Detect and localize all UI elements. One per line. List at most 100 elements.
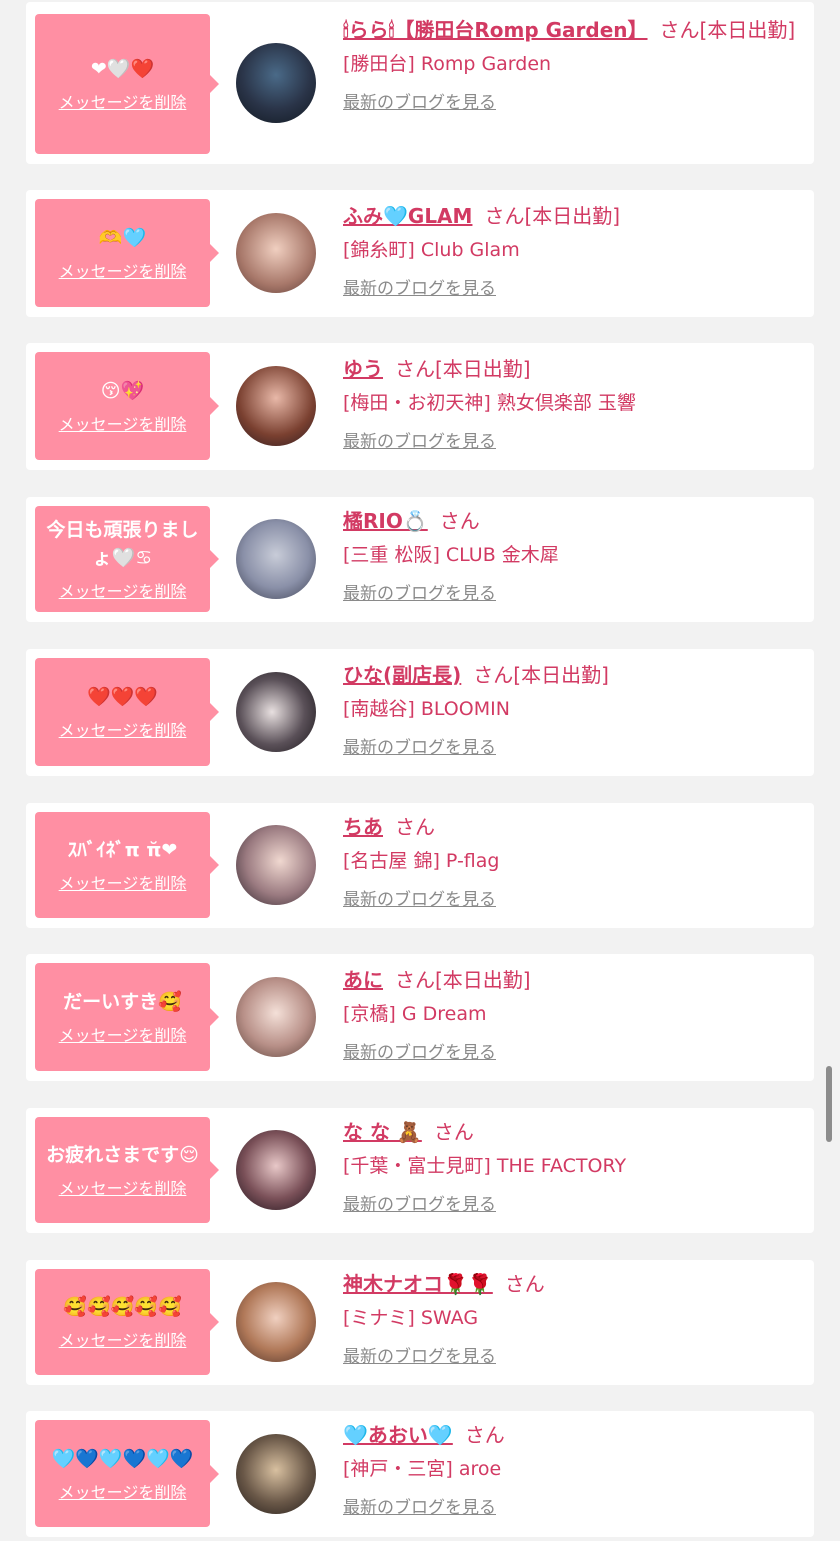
avatar[interactable] (236, 672, 316, 752)
avatar[interactable] (236, 366, 316, 446)
list-item: 🫶🩵 メッセージを削除 ふみ🩵GLAM さん[本日出勤] [錦糸町] Club G… (26, 190, 814, 317)
scrollbar-thumb[interactable] (826, 1066, 832, 1142)
list-item: 🥰🥰🥰🥰🥰 メッセージを削除 神木ナオコ🌹🌹 さん [ミナミ] SWAG 最新のブ… (26, 1260, 814, 1385)
latest-blog-link[interactable]: 最新のブログを見る (343, 888, 800, 912)
message-bubble: 今日も頑張りましょ🤍♋︎ メッセージを削除 (35, 506, 219, 612)
delete-message-link[interactable]: メッセージを削除 (59, 258, 187, 282)
shop-label: [梅田・お初天神] 熟女倶楽部 玉響 (343, 392, 636, 414)
message-text: 😚💖 (100, 380, 145, 402)
name-line: 🕯らら🕯【勝田台Romp Garden】 さん[本日出勤] (343, 14, 800, 47)
cast-name-link[interactable]: あに (343, 968, 383, 992)
delete-message-link[interactable]: メッセージを削除 (59, 717, 187, 741)
honorific: さん (473, 663, 514, 687)
name-line: 🩵あおい🩵 さん (343, 1419, 800, 1452)
list-item: ｽﾊﾞｲﾈﾞπ π̆❤ メッセージを削除 ちあ さん [名古屋 錦] P-flag… (26, 803, 814, 928)
latest-blog-link[interactable]: 最新のブログを見る (343, 582, 800, 606)
avatar[interactable] (236, 1434, 316, 1514)
message-text: ｽﾊﾞｲﾈﾞπ π̆❤ (67, 839, 178, 861)
message-text: 今日も頑張りましょ🤍♋︎ (46, 519, 199, 569)
honorific: さん (395, 968, 435, 992)
message-bubble: ｽﾊﾞｲﾈﾞπ π̆❤ メッセージを削除 (35, 812, 219, 918)
message-bubble: 🫶🩵 メッセージを削除 (35, 199, 219, 307)
name-line: ひな(副店長) さん[本日出勤] (343, 659, 800, 692)
honorific: さん (484, 204, 525, 228)
shop-label: [京橋] G Dream (343, 1003, 487, 1025)
message-bubble: ❤️❤️❤️ メッセージを削除 (35, 658, 219, 766)
name-line: ちあ さん (343, 811, 800, 844)
status-label: [本日出勤] (524, 204, 621, 228)
list-item: 🩵💙🩵💙🩵💙 メッセージを削除 🩵あおい🩵 さん [神戸・三宮] aroe 最新の… (26, 1411, 814, 1537)
cast-name-link[interactable]: 神木ナオコ🌹🌹 (343, 1272, 493, 1296)
avatar[interactable] (236, 977, 316, 1057)
shop-label: [千葉・富士見町] THE FACTORY (343, 1155, 627, 1177)
shop-label: [錦糸町] Club Glam (343, 239, 520, 261)
latest-blog-link[interactable]: 最新のブログを見る (343, 1345, 800, 1369)
delete-message-link[interactable]: メッセージを削除 (59, 1022, 187, 1046)
delete-message-link[interactable]: メッセージを削除 (59, 578, 187, 602)
shop-label: [ミナミ] SWAG (343, 1307, 479, 1329)
cast-name-link[interactable]: 橘RIO💍 (343, 509, 428, 533)
avatar[interactable] (236, 1130, 316, 1210)
honorific: さん (439, 509, 480, 533)
status-label: [本日出勤] (513, 663, 609, 687)
message-bubble: だーいすき🥰 メッセージを削除 (35, 963, 219, 1071)
name-line: ゆう さん[本日出勤] (343, 353, 800, 386)
latest-blog-link[interactable]: 最新のブログを見る (343, 736, 800, 760)
message-text: 🫶🩵 (98, 227, 147, 249)
delete-message-link[interactable]: メッセージを削除 (59, 870, 187, 894)
latest-blog-link[interactable]: 最新のブログを見る (343, 1041, 800, 1065)
latest-blog-link[interactable]: 最新のブログを見る (343, 277, 800, 301)
shop-label: [三重 松阪] CLUB 金木犀 (343, 544, 559, 566)
latest-blog-link[interactable]: 最新のブログを見る (343, 91, 800, 115)
cast-name-link[interactable]: ふみ🩵GLAM (343, 204, 472, 228)
latest-blog-link[interactable]: 最新のブログを見る (343, 430, 800, 454)
avatar[interactable] (236, 825, 316, 905)
status-label: [本日出勤] (699, 18, 796, 42)
cast-name-link[interactable]: ちあ (343, 815, 383, 839)
honorific: さん (395, 815, 435, 839)
delete-message-link[interactable]: メッセージを削除 (59, 1327, 187, 1351)
list-item: だーいすき🥰 メッセージを削除 あに さん[本日出勤] [京橋] G Dream … (26, 954, 814, 1081)
latest-blog-link[interactable]: 最新のブログを見る (343, 1496, 800, 1520)
cast-name-link[interactable]: な な 🧸 (343, 1120, 422, 1144)
cast-name-link[interactable]: 🕯らら🕯【勝田台Romp Garden】 (343, 18, 648, 42)
status-label: [本日出勤] (435, 968, 531, 992)
name-line: 神木ナオコ🌹🌹 さん (343, 1268, 800, 1301)
cast-name-link[interactable]: ひな(副店長) (343, 663, 461, 687)
honorific: さん (433, 1120, 474, 1144)
latest-blog-link[interactable]: 最新のブログを見る (343, 1193, 800, 1217)
list-item: 今日も頑張りましょ🤍♋︎ メッセージを削除 橘RIO💍 さん [三重 松阪] CL… (26, 497, 814, 622)
name-line: な な 🧸 さん (343, 1116, 800, 1149)
message-text: お疲れさまです😌 (46, 1144, 199, 1166)
message-text: 🩵💙🩵💙🩵💙 (51, 1447, 194, 1470)
avatar[interactable] (236, 1282, 316, 1362)
list-item: 😚💖 メッセージを削除 ゆう さん[本日出勤] [梅田・お初天神] 熟女倶楽部 玉… (26, 343, 814, 470)
message-bubble: お疲れさまです😌 メッセージを削除 (35, 1117, 219, 1223)
delete-message-link[interactable]: メッセージを削除 (59, 1479, 187, 1503)
list-item: ❤🤍❤️ メッセージを削除 🕯らら🕯【勝田台Romp Garden】 さん[本日出… (26, 2, 814, 164)
message-bubble: ❤🤍❤️ メッセージを削除 (35, 14, 219, 154)
status-label: [本日出勤] (435, 357, 531, 381)
avatar[interactable] (236, 213, 316, 293)
avatar[interactable] (236, 43, 316, 123)
shop-label: [名古屋 錦] P-flag (343, 850, 500, 872)
cast-name-link[interactable]: 🩵あおい🩵 (343, 1423, 453, 1447)
shop-label: [勝田台] Romp Garden (343, 53, 552, 75)
honorific: さん (395, 357, 435, 381)
cast-name-link[interactable]: ゆう (343, 357, 383, 381)
list-item: ❤️❤️❤️ メッセージを削除 ひな(副店長) さん[本日出勤] [南越谷] BL… (26, 649, 814, 776)
message-text: ❤️❤️❤️ (87, 686, 158, 708)
message-text: 🥰🥰🥰🥰🥰 (63, 1296, 182, 1318)
avatar[interactable] (236, 519, 316, 599)
name-line: 橘RIO💍 さん (343, 505, 800, 538)
honorific: さん (504, 1272, 545, 1296)
delete-message-link[interactable]: メッセージを削除 (59, 89, 187, 113)
delete-message-link[interactable]: メッセージを削除 (59, 1175, 187, 1199)
delete-message-link[interactable]: メッセージを削除 (59, 411, 187, 435)
message-list-page: ❤🤍❤️ メッセージを削除 🕯らら🕯【勝田台Romp Garden】 さん[本日出… (0, 0, 840, 1541)
name-line: あに さん[本日出勤] (343, 964, 800, 997)
shop-label: [南越谷] BLOOMIN (343, 698, 510, 720)
message-bubble: 🩵💙🩵💙🩵💙 メッセージを削除 (35, 1420, 219, 1527)
honorific: さん (659, 18, 700, 42)
message-bubble: 😚💖 メッセージを削除 (35, 352, 219, 460)
